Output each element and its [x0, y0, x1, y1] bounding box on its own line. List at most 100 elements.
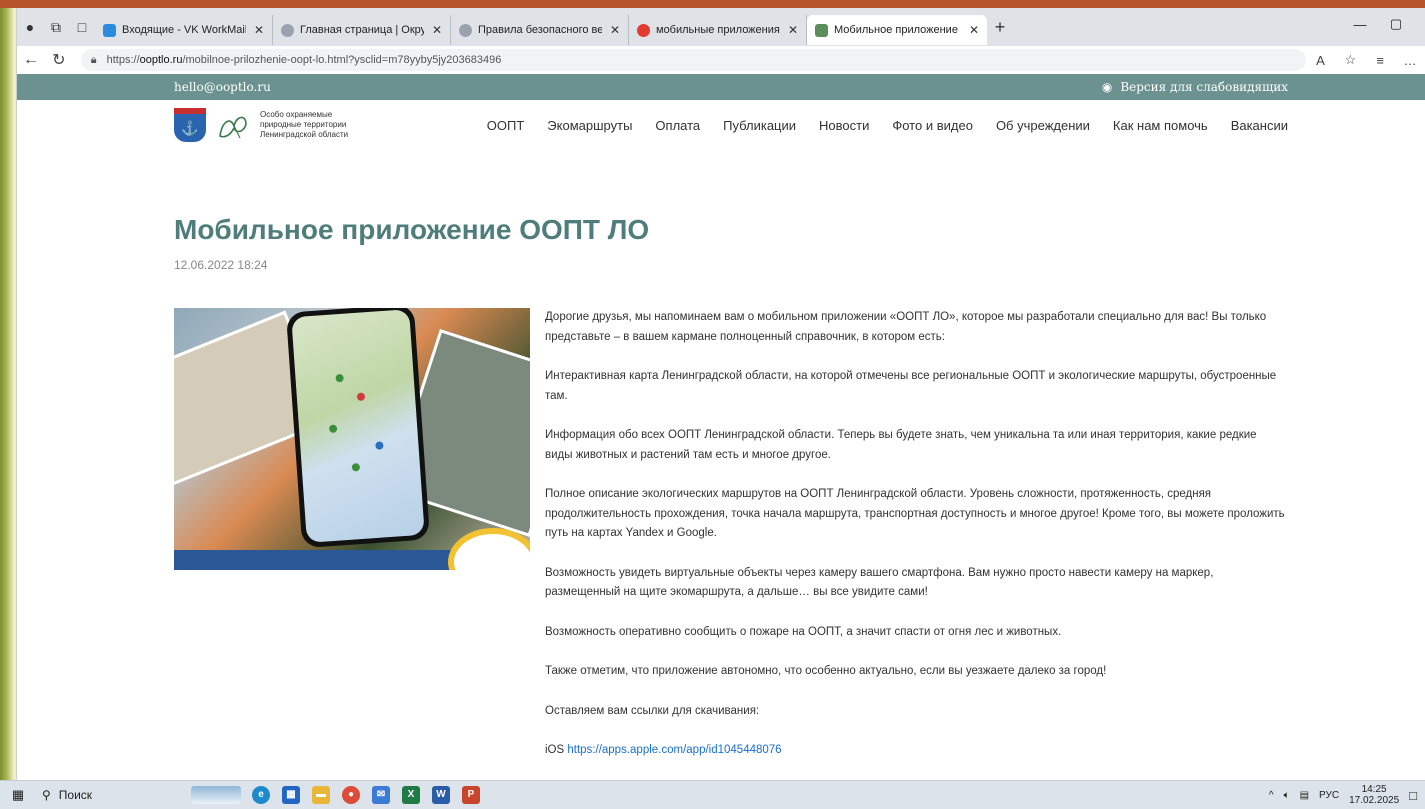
tab-rules[interactable]: Правила безопасного ведения г ✕	[451, 15, 629, 45]
site-email-link[interactable]: hello@ooptlo.ru	[174, 80, 271, 94]
workspaces-icon[interactable]: ⧉	[43, 14, 69, 40]
edge-icon[interactable]: e	[246, 781, 276, 809]
close-tab-icon[interactable]: ✕	[969, 23, 979, 37]
store-icon[interactable]: ▦	[276, 781, 306, 809]
article-paragraph: Возможность оперативно сообщить о пожаре…	[545, 625, 1062, 638]
close-tab-icon[interactable]: ✕	[432, 23, 442, 37]
site-favicon-icon	[459, 23, 472, 37]
tab-main-page[interactable]: Главная страница | Окружающи ✕	[273, 15, 451, 45]
page-title: Мобильное приложение ООПТ ЛО	[174, 214, 650, 245]
chrome-icon[interactable]: ●	[336, 781, 366, 809]
volume-icon[interactable]: 🔈︎	[1284, 790, 1290, 801]
search-label: Поиск	[58, 788, 93, 802]
tab-bar: ● ⧉ □ Входящие - VK WorkMail ✕ Главная с…	[17, 8, 1425, 46]
url-field[interactable]: 🔒︎ https://ooptlo.ru/mobilnoe-prilozheni…	[80, 49, 1306, 71]
nav-photo-video[interactable]: Фото и видео	[892, 118, 973, 133]
ios-line: iOS https://apps.apple.com/app/id1045448…	[545, 741, 1285, 761]
article-text: Дорогие друзья, мы напоминаем вам о моби…	[545, 308, 1285, 780]
taskbar-search[interactable]: ⚲ Поиск	[36, 781, 186, 809]
low-vision-toggle[interactable]: ◉ Версия для слабовидящих	[1102, 80, 1288, 94]
mail-icon[interactable]: ✉	[366, 781, 396, 809]
yandex-favicon-icon	[637, 23, 650, 37]
file-explorer-icon[interactable]: ▬	[306, 781, 336, 809]
system-tray: ^ 🔈︎ ▤ РУС 14:25 17.02.2025 □	[1269, 784, 1425, 806]
url-prefix: https://	[106, 54, 140, 66]
network-icon[interactable]: ▤	[1300, 790, 1309, 801]
nav-about[interactable]: Об учреждении	[996, 118, 1090, 133]
site-logo[interactable]: ⚓ Особо охраняемые природные территории …	[174, 108, 370, 142]
nav-help-us[interactable]: Как нам помочь	[1113, 118, 1208, 133]
tab-vk-workmail[interactable]: Входящие - VK WorkMail ✕	[95, 15, 273, 45]
word-icon[interactable]: W	[426, 781, 456, 809]
address-bar: ← ↻ 🔒︎ https://ooptlo.ru/mobilnoe-priloz…	[17, 46, 1425, 74]
tab-oopt-app[interactable]: Мобильное приложение ООПТ ✕	[807, 15, 987, 45]
clock-time: 14:25	[1361, 784, 1387, 795]
reload-icon[interactable]: ↻	[45, 46, 73, 74]
excel-icon[interactable]: X	[396, 781, 426, 809]
back-icon[interactable]: ←	[17, 46, 45, 74]
article-paragraph: Возможность увидеть виртуальные объекты …	[545, 566, 1214, 599]
tab-label: Входящие - VK WorkMail	[122, 24, 246, 36]
tab-yandex-search[interactable]: мобильные приложения Заповс ✕	[629, 15, 807, 45]
nav-publications[interactable]: Публикации	[723, 118, 796, 133]
close-tab-icon[interactable]: ✕	[254, 23, 264, 37]
profile-icon[interactable]: ●	[17, 14, 43, 40]
url-path: /mobilnoe-prilozhenie-oopt-lo.html?yscli…	[182, 54, 502, 66]
lock-icon: 🔒︎	[90, 53, 97, 66]
article-paragraph: Также отметим, что приложение автономно,…	[545, 665, 1107, 677]
tab-label: мобильные приложения Заповс	[656, 24, 780, 36]
site-favicon-icon	[281, 23, 294, 37]
tab-label: Правила безопасного ведения г	[478, 24, 602, 36]
read-aloud-icon[interactable]: A	[1306, 46, 1336, 74]
nav-ecoroutes[interactable]: Экомаршруты	[547, 118, 632, 133]
clock-date: 17.02.2025	[1349, 795, 1400, 806]
article-content: Дорогие друзья, мы напоминаем вам о моби…	[174, 308, 1425, 780]
article-paragraph: Полное описание экологических маршрутов …	[545, 488, 1285, 539]
tab-actions-icon[interactable]: □	[69, 14, 95, 40]
tab-label: Главная страница | Окружающи	[300, 24, 424, 36]
more-menu-icon[interactable]: …	[1395, 46, 1425, 74]
nav-vacancies[interactable]: Вакансии	[1231, 118, 1288, 133]
clock[interactable]: 14:25 17.02.2025	[1349, 784, 1399, 806]
mountain-widget-icon[interactable]	[186, 781, 246, 809]
search-icon: ⚲	[42, 788, 51, 802]
phone-illustration	[285, 308, 431, 549]
main-nav: ООПТ Экомаршруты Оплата Публикации Новос…	[487, 118, 1288, 133]
language-indicator[interactable]: РУС	[1319, 790, 1339, 801]
logo-text: Особо охраняемые природные территории Ле…	[260, 110, 349, 139]
minimize-icon[interactable]: —	[1342, 8, 1378, 40]
site-header: ⚓ Особо охраняемые природные территории …	[17, 100, 1425, 150]
region-crest-icon: ⚓	[174, 108, 206, 142]
article: Мобильное приложение ООПТ ЛО 12.06.2022 …	[17, 214, 1425, 780]
url-host: ooptlo.ru	[139, 54, 183, 66]
article-paragraph: Оставляем вам ссылки для скачивания:	[545, 704, 760, 717]
favorite-star-icon[interactable]: ☆	[1335, 46, 1365, 74]
low-vision-label: Версия для слабовидящих	[1120, 80, 1288, 94]
article-paragraph: Интерактивная карта Ленинградской област…	[545, 370, 1277, 402]
site-top-line: hello@ooptlo.ru ◉ Версия для слабовидящи…	[17, 74, 1425, 100]
nav-payment[interactable]: Оплата	[655, 118, 700, 133]
ios-label: iOS	[545, 744, 568, 756]
notifications-icon[interactable]: □	[1409, 788, 1417, 803]
article-photo	[174, 308, 530, 570]
nav-oopt[interactable]: ООПТ	[487, 118, 525, 133]
new-tab-icon[interactable]: +	[987, 14, 1013, 40]
article-date: 12.06.2022 18:24	[174, 258, 268, 272]
browser-window: ● ⧉ □ Входящие - VK WorkMail ✕ Главная с…	[16, 8, 1425, 780]
close-tab-icon[interactable]: ✕	[788, 23, 798, 37]
article-paragraph: Информация обо всех ООПТ Ленинградской о…	[545, 429, 1257, 461]
chevron-up-icon[interactable]: ^	[1269, 790, 1274, 801]
desktop-top-strip	[0, 0, 1425, 8]
eye-icon: ◉	[1101, 80, 1113, 94]
favorites-list-icon[interactable]: ≡	[1365, 46, 1395, 74]
article-paragraph: Дорогие друзья, мы напоминаем вам о моби…	[545, 311, 1267, 343]
close-tab-icon[interactable]: ✕	[610, 23, 620, 37]
maximize-icon[interactable]: ▢	[1378, 8, 1414, 40]
taskbar: ▦ ⚲ Поиск e ▦ ▬ ● ✉ X W P ^ 🔈︎ ▤ РУС 14:…	[0, 780, 1425, 809]
ios-download-link[interactable]: https://apps.apple.com/app/id1045448076	[567, 744, 781, 756]
nav-news[interactable]: Новости	[819, 118, 869, 133]
windows-start-icon[interactable]: ▦	[0, 781, 36, 809]
vk-mail-favicon-icon	[103, 23, 116, 37]
powerpoint-icon[interactable]: P	[456, 781, 486, 809]
tab-label: Мобильное приложение ООПТ	[834, 24, 961, 36]
